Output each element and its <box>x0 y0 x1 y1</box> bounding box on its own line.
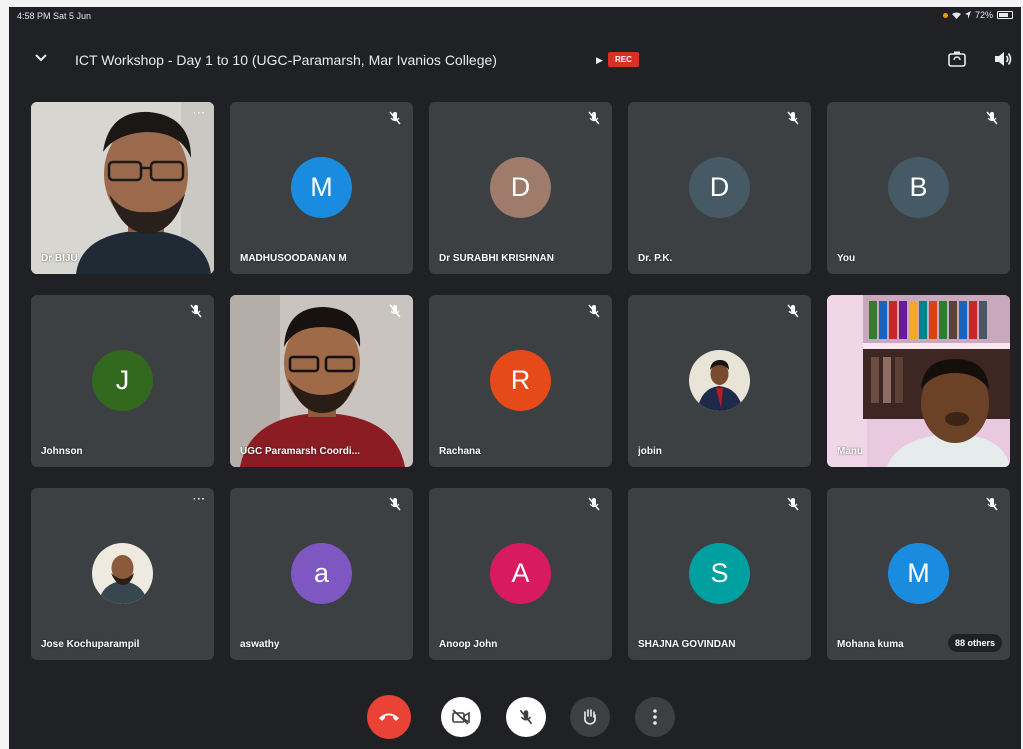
avatar: A <box>490 543 551 604</box>
avatar <box>92 543 153 604</box>
participant-tile[interactable]: S SHAJNA GOVINDAN <box>628 488 811 660</box>
participant-name: Dr SURABHI KRISHNAN <box>439 253 555 264</box>
participant-name: UGC Paramarsh Coordi... <box>240 446 361 457</box>
meeting-header: ICT Workshop - Day 1 to 10 (UGC-Paramars… <box>9 39 1021 79</box>
participant-tile[interactable]: M MADHUSOODANAN M <box>230 102 413 274</box>
participant-name: Jose Kochuparampil <box>41 639 140 650</box>
participant-tile[interactable]: R Rachana <box>429 295 612 467</box>
more-options-icon[interactable]: ··· <box>193 108 206 119</box>
avatar: a <box>291 543 352 604</box>
status-time: 4:58 PM Sat 5 Jun <box>17 11 92 21</box>
more-options-icon[interactable]: ··· <box>193 494 206 505</box>
participant-name: Dr. P.K. <box>638 253 673 264</box>
participant-video <box>230 295 413 467</box>
raise-hand-button[interactable] <box>570 697 610 737</box>
avatar: S <box>689 543 750 604</box>
mic-off-icon <box>389 497 401 511</box>
mic-off-icon <box>588 111 600 125</box>
more-options-icon <box>653 709 657 725</box>
avatar <box>689 350 750 411</box>
participant-tile[interactable]: jobin <box>628 295 811 467</box>
participant-tile[interactable]: J Johnson <box>31 295 214 467</box>
participant-name: Mohana kuma <box>837 639 904 650</box>
avatar: R <box>490 350 551 411</box>
avatar: D <box>689 157 750 218</box>
participant-name: You <box>837 253 856 264</box>
mic-off-icon <box>588 304 600 318</box>
participant-tile[interactable]: ··· Jose Kochuparampil <box>31 488 214 660</box>
participant-name: MADHUSOODANAN M <box>240 253 347 264</box>
mic-off-icon <box>519 709 533 725</box>
call-controls <box>9 689 1021 749</box>
recording-badge: REC <box>608 52 639 67</box>
wifi-icon <box>951 12 961 19</box>
mic-off-icon <box>190 304 202 318</box>
chevron-down-icon[interactable] <box>33 50 49 66</box>
mic-off-icon <box>787 304 799 318</box>
avatar: B <box>888 157 949 218</box>
participant-tile[interactable]: A Anoop John <box>429 488 612 660</box>
participant-tile[interactable]: Manu <box>827 295 1010 467</box>
avatar: M <box>291 157 352 218</box>
participant-tile[interactable]: M Mohana kuma 88 others <box>827 488 1010 660</box>
mic-off-icon <box>787 497 799 511</box>
battery-percent: 72% <box>974 10 993 20</box>
participant-name: aswathy <box>240 639 280 650</box>
mic-off-icon <box>986 111 998 125</box>
participant-name: Manu <box>837 446 864 457</box>
participant-tile[interactable]: UGC Paramarsh Coordi... <box>230 295 413 467</box>
status-icons: 72% <box>942 10 1013 20</box>
participant-name: Dr BIJU <box>41 253 78 264</box>
participant-name: jobin <box>638 446 662 457</box>
raise-hand-icon <box>584 709 596 725</box>
participant-tile[interactable]: B You <box>827 102 1010 274</box>
status-bar: 4:58 PM Sat 5 Jun 72% <box>9 7 1021 27</box>
mic-indicator-icon <box>942 12 948 18</box>
avatar: M <box>888 543 949 604</box>
participant-tile[interactable]: D Dr. P.K. <box>628 102 811 274</box>
participant-video <box>31 102 214 274</box>
switch-camera-icon[interactable] <box>947 50 967 68</box>
mic-off-icon <box>787 111 799 125</box>
battery-icon <box>997 11 1013 19</box>
speaker-icon[interactable] <box>993 50 1013 68</box>
avatar: D <box>490 157 551 218</box>
participant-tile[interactable]: D Dr SURABHI KRISHNAN <box>429 102 612 274</box>
mic-off-icon <box>389 304 401 318</box>
participant-tile[interactable]: a aswathy <box>230 488 413 660</box>
mic-off-icon <box>588 497 600 511</box>
end-call-button[interactable] <box>367 695 411 739</box>
avatar: J <box>92 350 153 411</box>
mic-off-icon <box>389 111 401 125</box>
participant-tile[interactable]: ··· Dr BIJU <box>31 102 214 274</box>
participant-video <box>827 295 1010 467</box>
meeting-title[interactable]: ICT Workshop - Day 1 to 10 (UGC-Paramars… <box>75 52 497 68</box>
participant-name: Anoop John <box>439 639 498 650</box>
camera-toggle-button[interactable] <box>441 697 481 737</box>
more-options-button[interactable] <box>635 697 675 737</box>
end-call-icon <box>379 713 399 721</box>
participant-name: Rachana <box>439 446 481 457</box>
participant-name: SHAJNA GOVINDAN <box>638 639 736 650</box>
caret-right-icon[interactable]: ▶ <box>596 55 603 66</box>
others-count-badge[interactable]: 88 others <box>947 634 1002 652</box>
location-icon <box>964 11 971 19</box>
meet-screen: 4:58 PM Sat 5 Jun 72% ICT Workshop - Day… <box>9 7 1021 749</box>
mic-off-icon <box>986 497 998 511</box>
mic-toggle-button[interactable] <box>506 697 546 737</box>
participant-name: Johnson <box>41 446 83 457</box>
camera-off-icon <box>452 709 470 725</box>
